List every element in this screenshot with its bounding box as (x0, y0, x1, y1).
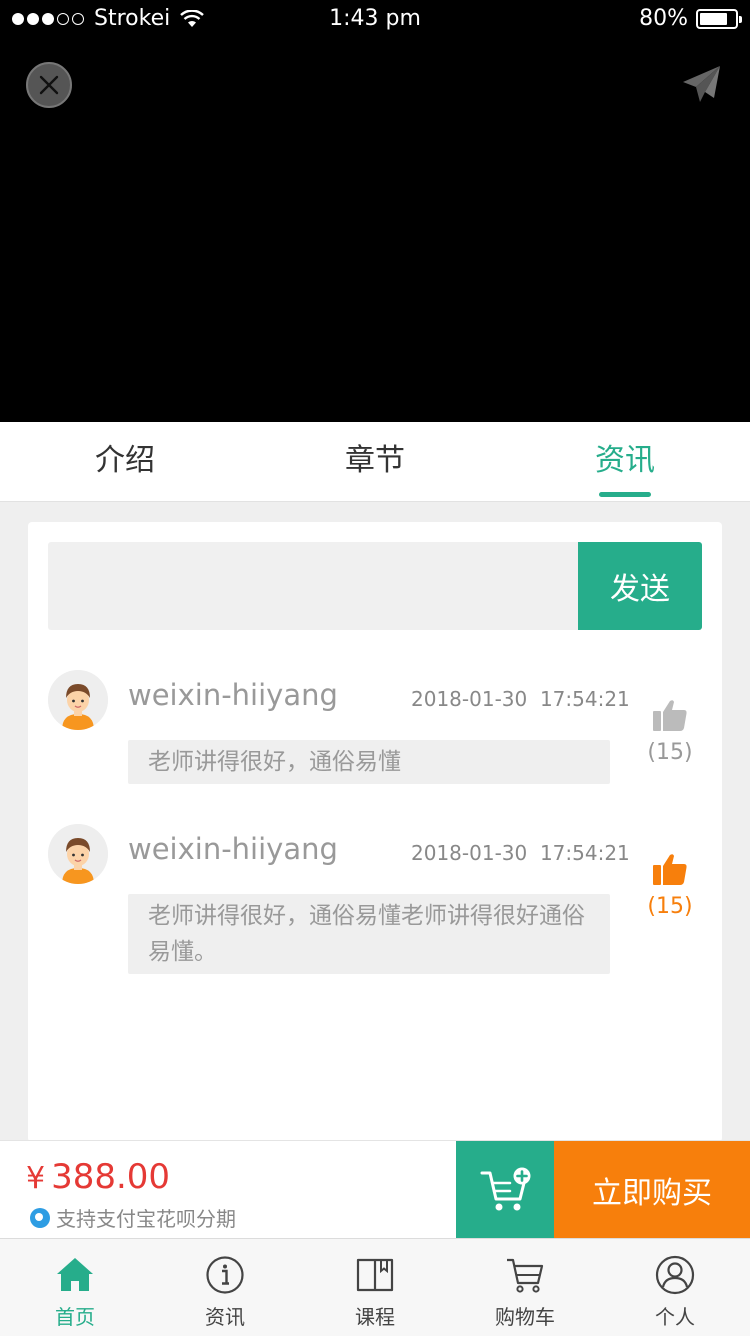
buy-now-button[interactable]: 立即购买 (554, 1141, 750, 1239)
video-player[interactable] (0, 40, 750, 422)
send-button[interactable]: 发送 (578, 542, 702, 630)
nav-item-courses[interactable]: 课程 (300, 1239, 450, 1336)
status-bar: Strokei 1:43 pm 80% (0, 0, 750, 40)
comment-input[interactable] (48, 542, 578, 630)
status-time: 1:43 pm (329, 6, 421, 31)
user-icon (655, 1255, 695, 1295)
comment-date: 2018-01-30 (411, 841, 528, 865)
avatar-boy-icon (48, 670, 108, 730)
avatar[interactable] (48, 824, 108, 884)
tab-news[interactable]: 资讯 (500, 422, 750, 501)
nav-label: 购物车 (495, 1305, 555, 1329)
price: ¥388.00 (26, 1157, 170, 1197)
cart-icon (507, 1258, 544, 1293)
installment-note: 支持支付宝花呗分期 (30, 1203, 236, 1232)
nav-label: 首页 (55, 1305, 95, 1329)
installment-label: 支持支付宝花呗分期 (56, 1207, 236, 1231)
add-to-cart-button[interactable] (456, 1141, 554, 1239)
battery-icon (696, 8, 742, 29)
comment-username: weixin-hiiyang (128, 678, 338, 712)
comment-text: 老师讲得很好，通俗易懂老师讲得很好通俗易懂。 (128, 894, 610, 974)
share-plane-icon[interactable] (680, 62, 724, 106)
currency-symbol: ¥ (26, 1161, 46, 1196)
comment-date: 2018-01-30 (411, 687, 528, 711)
battery-percent: 80% (639, 6, 688, 31)
close-icon (39, 75, 59, 95)
comment-username: weixin-hiiyang (128, 832, 338, 866)
thumbs-up-icon (653, 854, 687, 885)
comment-item: weixin-hiiyang 2018-01-30 17:54:21 老师讲得很… (48, 670, 702, 790)
tab-bar: 介绍 章节 资讯 (0, 422, 750, 502)
comment-timestamp: 2018-01-30 17:54:21 (411, 687, 630, 711)
price-value: 388.00 (51, 1157, 171, 1197)
nav-label: 课程 (355, 1305, 395, 1329)
nav-item-profile[interactable]: 个人 (600, 1239, 750, 1336)
purchase-bar: ¥388.00 支持支付宝花呗分期 立即购买 (0, 1140, 750, 1239)
tab-chapters[interactable]: 章节 (250, 422, 500, 501)
comments-card: 发送 weixin-hiiyang 2018-01-30 17:54:21 老师… (28, 522, 722, 1142)
avatar[interactable] (48, 670, 108, 730)
like-count: (15) (647, 740, 693, 765)
comment-time: 17:54:21 (539, 687, 630, 711)
nav-item-home[interactable]: 首页 (0, 1239, 150, 1336)
tab-intro[interactable]: 介绍 (0, 422, 250, 501)
info-icon (206, 1256, 244, 1294)
status-right: 80% (639, 6, 742, 31)
close-button[interactable] (26, 62, 72, 108)
home-icon (57, 1258, 93, 1291)
like-count: (15) (647, 894, 693, 919)
comment-item: weixin-hiiyang 2018-01-30 17:54:21 老师讲得很… (48, 824, 702, 984)
like-button[interactable]: (15) (640, 852, 700, 919)
nav-item-cart[interactable]: 购物车 (450, 1239, 600, 1336)
comment-text: 老师讲得很好，通俗易懂 (128, 740, 610, 784)
comment-time: 17:54:21 (539, 841, 630, 865)
nav-item-news[interactable]: 资讯 (150, 1239, 300, 1336)
nav-label: 资讯 (205, 1305, 245, 1329)
bottom-nav: 首页 资讯 课程 购物车 个人 (0, 1238, 750, 1336)
comment-timestamp: 2018-01-30 17:54:21 (411, 841, 630, 865)
comment-input-row: 发送 (48, 542, 702, 630)
nav-label: 个人 (655, 1305, 695, 1329)
cart-add-icon (480, 1167, 531, 1211)
huabei-icon (30, 1207, 50, 1228)
thumbs-up-icon (653, 700, 687, 731)
like-button[interactable]: (15) (640, 698, 700, 765)
book-icon (356, 1258, 394, 1292)
avatar-boy-icon (48, 824, 108, 884)
